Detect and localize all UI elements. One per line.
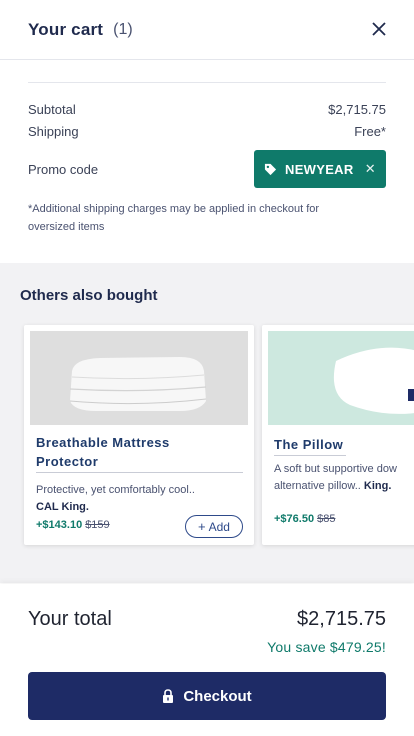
sale-price: +$76.50 — [274, 513, 315, 525]
product-card[interactable]: Breathable Mattress Protector Protective… — [24, 325, 254, 545]
product-desc-text: Protective, yet comfortably cool.. — [36, 484, 195, 496]
subtotal-value: $2,715.75 — [328, 101, 386, 117]
order-summary: Subtotal $2,715.75 Shipping Free* Promo … — [28, 82, 386, 236]
product-card[interactable]: The Pillow A soft but supportive dow alt… — [262, 325, 414, 545]
product-image[interactable] — [30, 331, 248, 425]
promo-label: Promo code — [28, 161, 99, 177]
cart-header: Your cart (1) — [0, 0, 414, 60]
cart-title: Your cart — [28, 19, 104, 39]
product-name[interactable]: The Pillow — [274, 435, 394, 454]
lock-icon — [163, 689, 174, 703]
product-description: Protective, yet comfortably cool.. CAL K… — [36, 482, 241, 516]
product-size: King. — [363, 480, 392, 492]
savings-text: You save $479.25! — [267, 639, 386, 655]
original-price: $85 — [317, 513, 336, 525]
subtotal-label: Subtotal — [28, 101, 76, 117]
add-button-label: Add — [208, 519, 230, 534]
product-name[interactable]: Breathable Mattress Protector — [36, 433, 226, 471]
shipping-value: Free* — [354, 123, 386, 139]
shipping-note: *Additional shipping charges may be appl… — [28, 203, 320, 233]
title-divider — [274, 455, 346, 456]
folded-protector-image — [69, 357, 207, 411]
shipping-row: Shipping Free* — [28, 123, 386, 139]
original-price: $159 — [85, 519, 110, 531]
cart-item-count: (1) — [113, 20, 133, 38]
total-label: Your total — [28, 608, 112, 630]
product-size: CAL King. — [36, 501, 89, 513]
product-desc-line2: alternative pillow.. — [274, 480, 361, 492]
total-value: $2,715.75 — [297, 608, 386, 630]
remove-promo-icon[interactable]: ✕ — [365, 161, 376, 177]
promo-code-text: NEWYEAR — [285, 161, 354, 177]
checkout-button[interactable]: Checkout — [28, 672, 386, 720]
total-section: Your total $2,715.75 You save $479.25! C… — [0, 584, 414, 736]
add-to-cart-button[interactable]: + Add — [185, 515, 243, 538]
sale-price: +$143.10 — [36, 519, 83, 531]
checkout-label: Checkout — [183, 687, 252, 705]
product-image[interactable] — [268, 331, 414, 425]
recommendations-section: Others also bought Breathable Mattress P… — [0, 263, 414, 583]
recommendations-heading: Others also bought — [20, 287, 158, 304]
close-icon[interactable] — [370, 20, 388, 38]
tag-icon — [264, 163, 277, 175]
product-price: +$76.50 $85 — [274, 513, 335, 525]
subtotal-row: Subtotal $2,715.75 — [28, 101, 386, 117]
total-row: Your total $2,715.75 — [28, 608, 386, 631]
product-price: +$143.10 $159 — [36, 519, 110, 531]
plus-icon: + — [198, 519, 206, 534]
shipping-label: Shipping — [28, 123, 79, 139]
title-divider — [36, 472, 243, 473]
product-description: A soft but supportive dow alternative pi… — [274, 461, 414, 495]
product-desc-line1: A soft but supportive dow — [274, 463, 397, 475]
promo-row: Promo code NEWYEAR ✕ — [28, 150, 386, 188]
promo-code-chip: NEWYEAR ✕ — [254, 150, 386, 188]
pillow-image — [333, 347, 414, 414]
